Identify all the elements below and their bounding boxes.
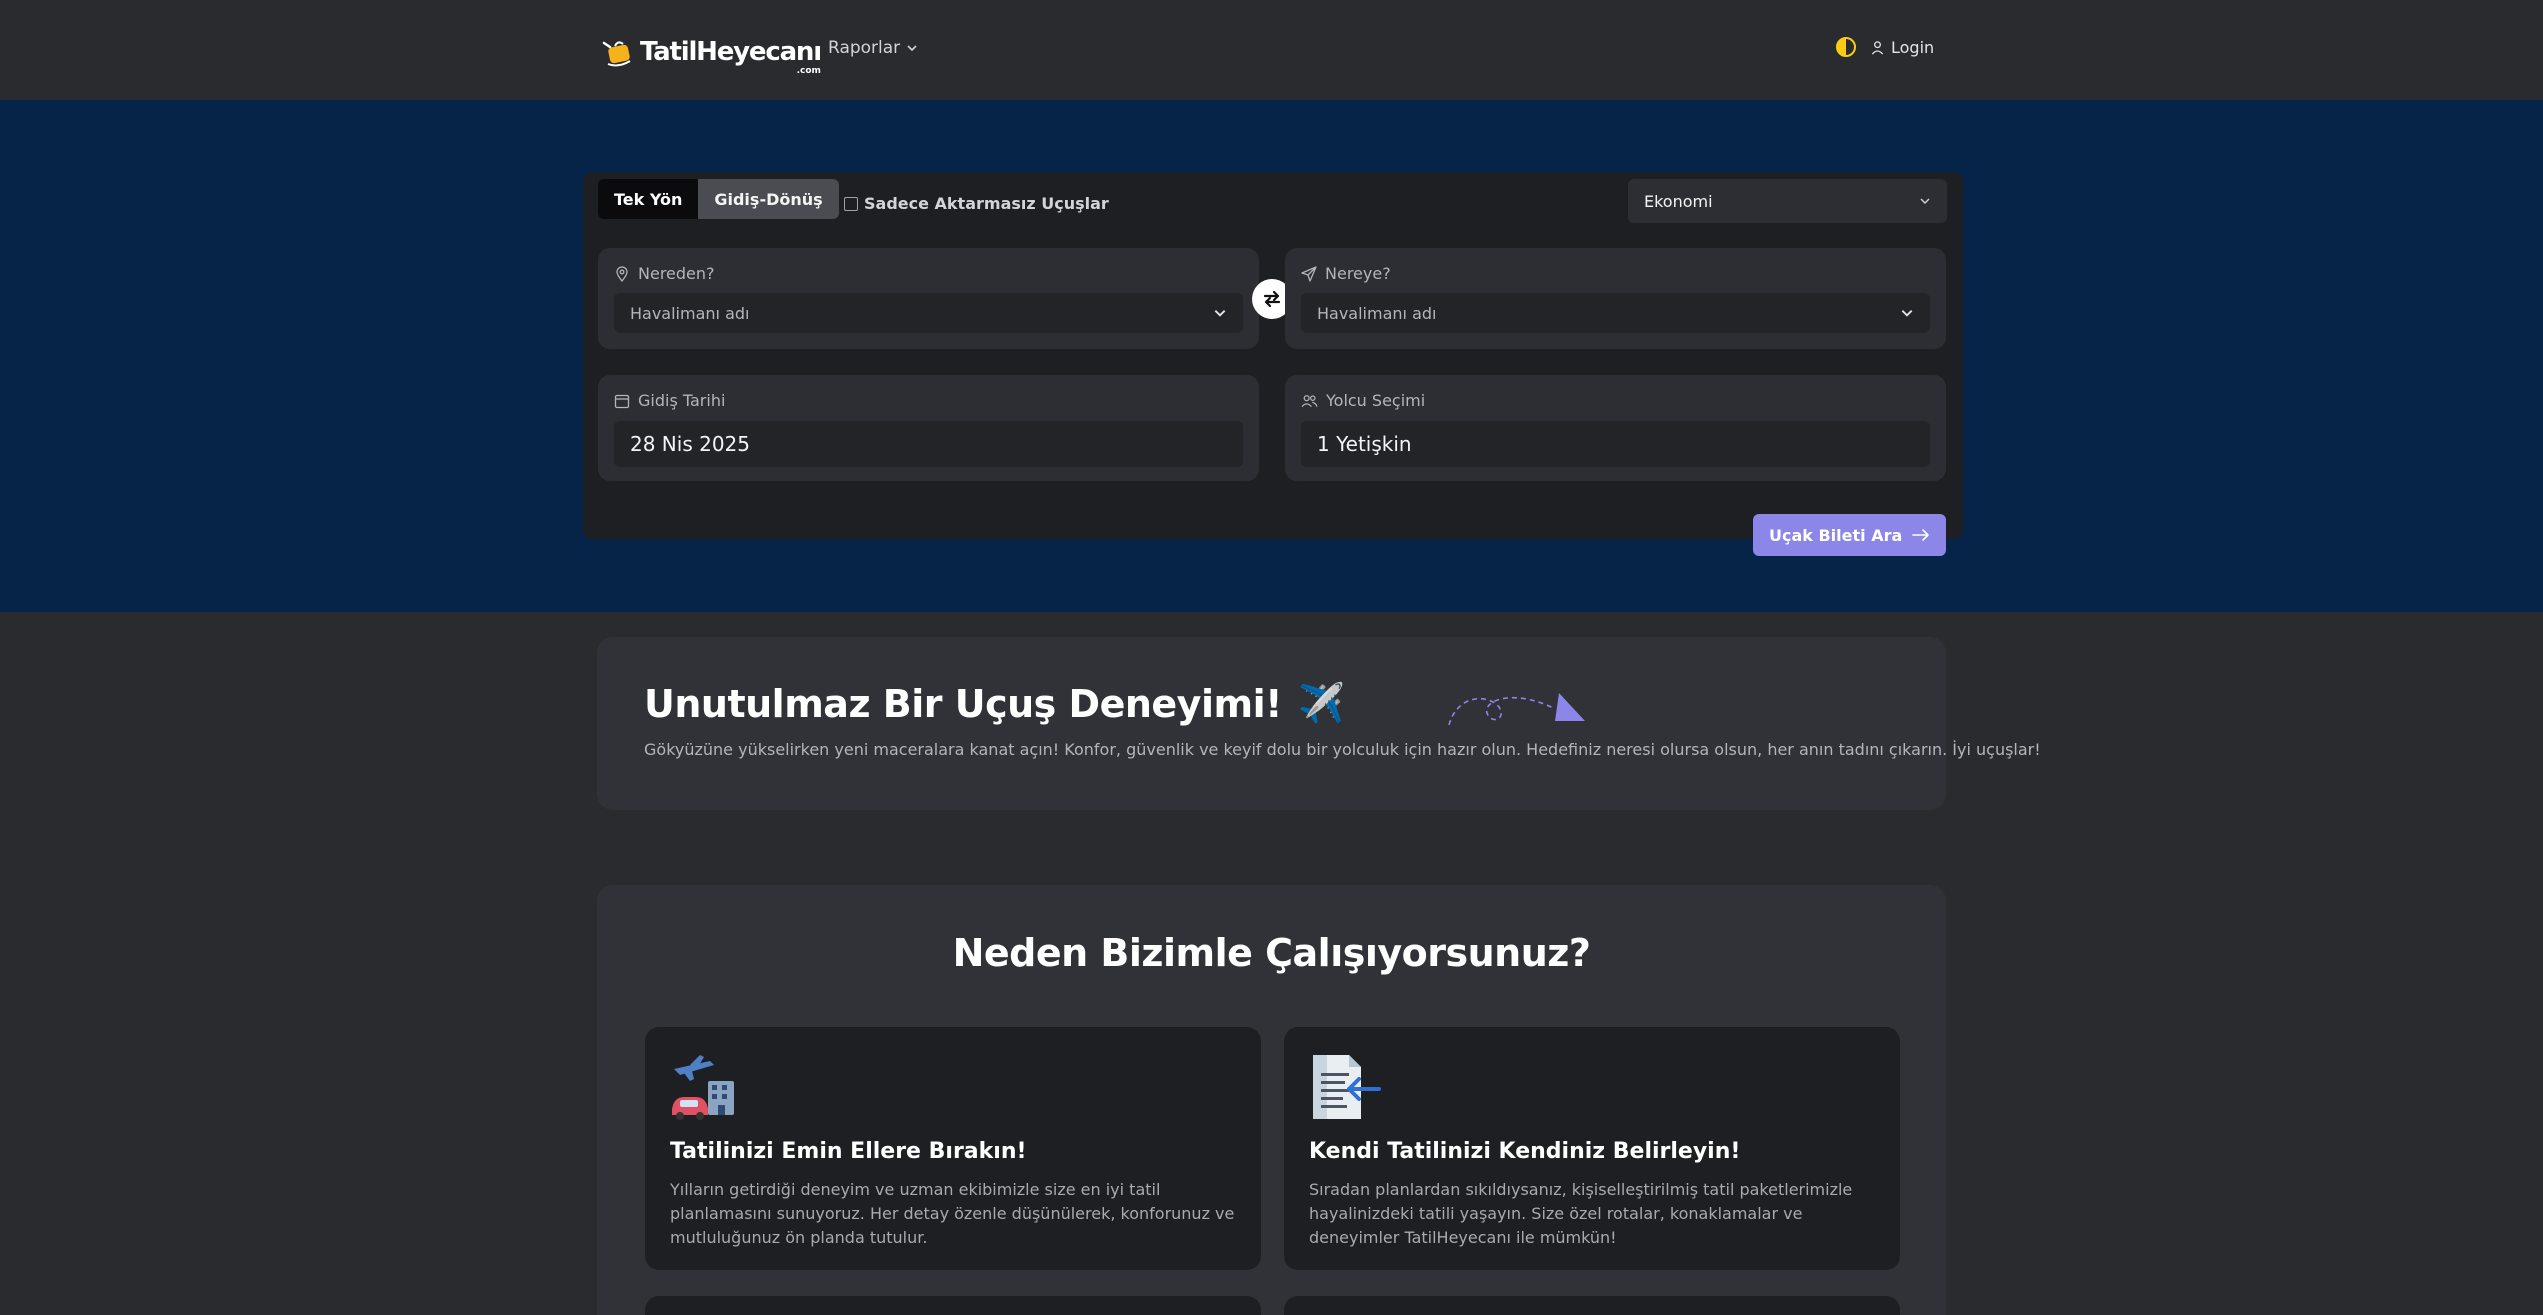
banner-description: Gökyüzüne yükselirken yeni maceralara ka… [644, 740, 2041, 759]
cabin-class-select[interactable]: Ekonomi [1628, 179, 1947, 223]
login-link[interactable]: Login [1870, 38, 1934, 57]
feature-card: Kendi Tatilinizi Kendiniz Belirleyin! Sı… [1284, 1027, 1900, 1270]
map-pin-icon [616, 265, 628, 282]
date-label: Gidiş Tarihi [638, 391, 726, 410]
site-logo[interactable]: TatilHeyecanı .com [602, 32, 822, 76]
passenger-field: Yolcu Seçimi 1 Yetişkin [1285, 375, 1946, 481]
from-label-group: Nereden? [614, 264, 715, 283]
to-field: Nereye? Havalimanı adı [1285, 248, 1946, 349]
flight-search-card [583, 172, 1963, 539]
passenger-value: 1 Yetişkin [1317, 432, 1412, 456]
feature-description: Sıradan planlardan sıkıldıysanız, kişise… [1309, 1180, 1853, 1247]
airplane-emoji-icon: ✈️ [1297, 681, 1345, 725]
date-label-group: Gidiş Tarihi [614, 391, 725, 410]
users-icon [1301, 394, 1318, 407]
to-airport-select[interactable]: Havalimanı adı [1301, 293, 1930, 333]
chevron-down-icon [907, 45, 917, 52]
from-field: Nereden? Havalimanı adı [598, 248, 1259, 349]
logo-suffix: .com [796, 66, 821, 76]
feature-title: Tatilinizi Emin Ellere Bırakın! [670, 1139, 1027, 1164]
feature-title: Kendi Tatilinizi Kendiniz Belirleyin! [1309, 1139, 1741, 1164]
feature-card [1284, 1296, 1900, 1315]
feature-description: Yılların getirdiği deneyim ve uzman ekib… [670, 1180, 1235, 1247]
swap-arrows-icon [1263, 290, 1281, 308]
suitcase-logo-icon [602, 41, 631, 67]
from-airport-select[interactable]: Havalimanı adı [614, 293, 1243, 333]
feature-card: Tatilinizi Emin Ellere Bırakın! Yılların… [645, 1027, 1261, 1270]
logo-text: TatilHeyecanı .com [640, 37, 822, 76]
flight-experience-banner: Unutulmaz Bir Uçuş Deneyimi! ✈️ Gökyüzün… [597, 637, 2041, 810]
from-placeholder: Havalimanı adı [630, 303, 750, 323]
trip-type-toggle: Tek Yön Gidiş-Dönüş [598, 179, 839, 219]
departure-date-field: Gidiş Tarihi 28 Nis 2025 [598, 375, 1259, 481]
user-icon [1871, 40, 1884, 55]
theme-toggle-icon[interactable] [1836, 37, 1856, 57]
top-navbar: TatilHeyecanı .com Raporlar Login [0, 0, 2543, 100]
passenger-select[interactable]: 1 Yetişkin [1301, 421, 1930, 467]
nonstop-checkbox[interactable] [844, 196, 858, 211]
departure-date-input[interactable]: 28 Nis 2025 [614, 421, 1243, 467]
to-label: Nereye? [1325, 264, 1391, 283]
nonstop-label: Sadece Aktarmasız Uçuşlar [864, 194, 1109, 213]
banner-title: Unutulmaz Bir Uçuş Deneyimi! [644, 681, 1282, 726]
date-value: 28 Nis 2025 [630, 432, 750, 456]
login-label: Login [1891, 37, 1935, 57]
document-icon [1313, 1055, 1381, 1119]
why-us-title: Neden Bizimle Çalışıyorsunuz? [952, 931, 1591, 975]
to-label-group: Nereye? [1301, 264, 1391, 283]
search-button-label: Uçak Bileti Ara [1769, 525, 1903, 545]
from-label: Nereden? [638, 264, 715, 283]
round-trip-tab[interactable]: Gidiş-Dönüş [698, 179, 839, 219]
chevron-down-icon [1920, 198, 1930, 204]
cabin-class-value: Ekonomi [1644, 191, 1713, 211]
banner-heading: Unutulmaz Bir Uçuş Deneyimi! ✈️ [644, 681, 1345, 726]
calendar-icon [614, 394, 630, 408]
to-placeholder: Havalimanı adı [1317, 303, 1437, 323]
nav-actions: Login [1836, 37, 1934, 57]
why-us-section: Neden Bizimle Çalışıyorsunuz? Tatilinizi… [597, 885, 1946, 1315]
reports-menu[interactable]: Raporlar [828, 38, 918, 58]
feature-card [645, 1296, 1261, 1315]
travel-icon [672, 1055, 734, 1120]
paper-plane-decoration-icon [1448, 693, 1585, 726]
search-flights-button[interactable]: Uçak Bileti Ara [1753, 514, 1946, 556]
one-way-tab[interactable]: Tek Yön [598, 179, 699, 219]
passenger-label-group: Yolcu Seçimi [1301, 391, 1425, 410]
chevron-down-icon [1214, 310, 1226, 317]
nonstop-option[interactable]: Sadece Aktarmasız Uçuşlar [844, 194, 1109, 213]
passenger-label: Yolcu Seçimi [1326, 391, 1426, 410]
chevron-down-icon [1901, 310, 1913, 317]
send-plane-icon [1301, 265, 1317, 282]
reports-label: Raporlar [828, 38, 901, 58]
arrow-right-icon [1912, 529, 1929, 541]
